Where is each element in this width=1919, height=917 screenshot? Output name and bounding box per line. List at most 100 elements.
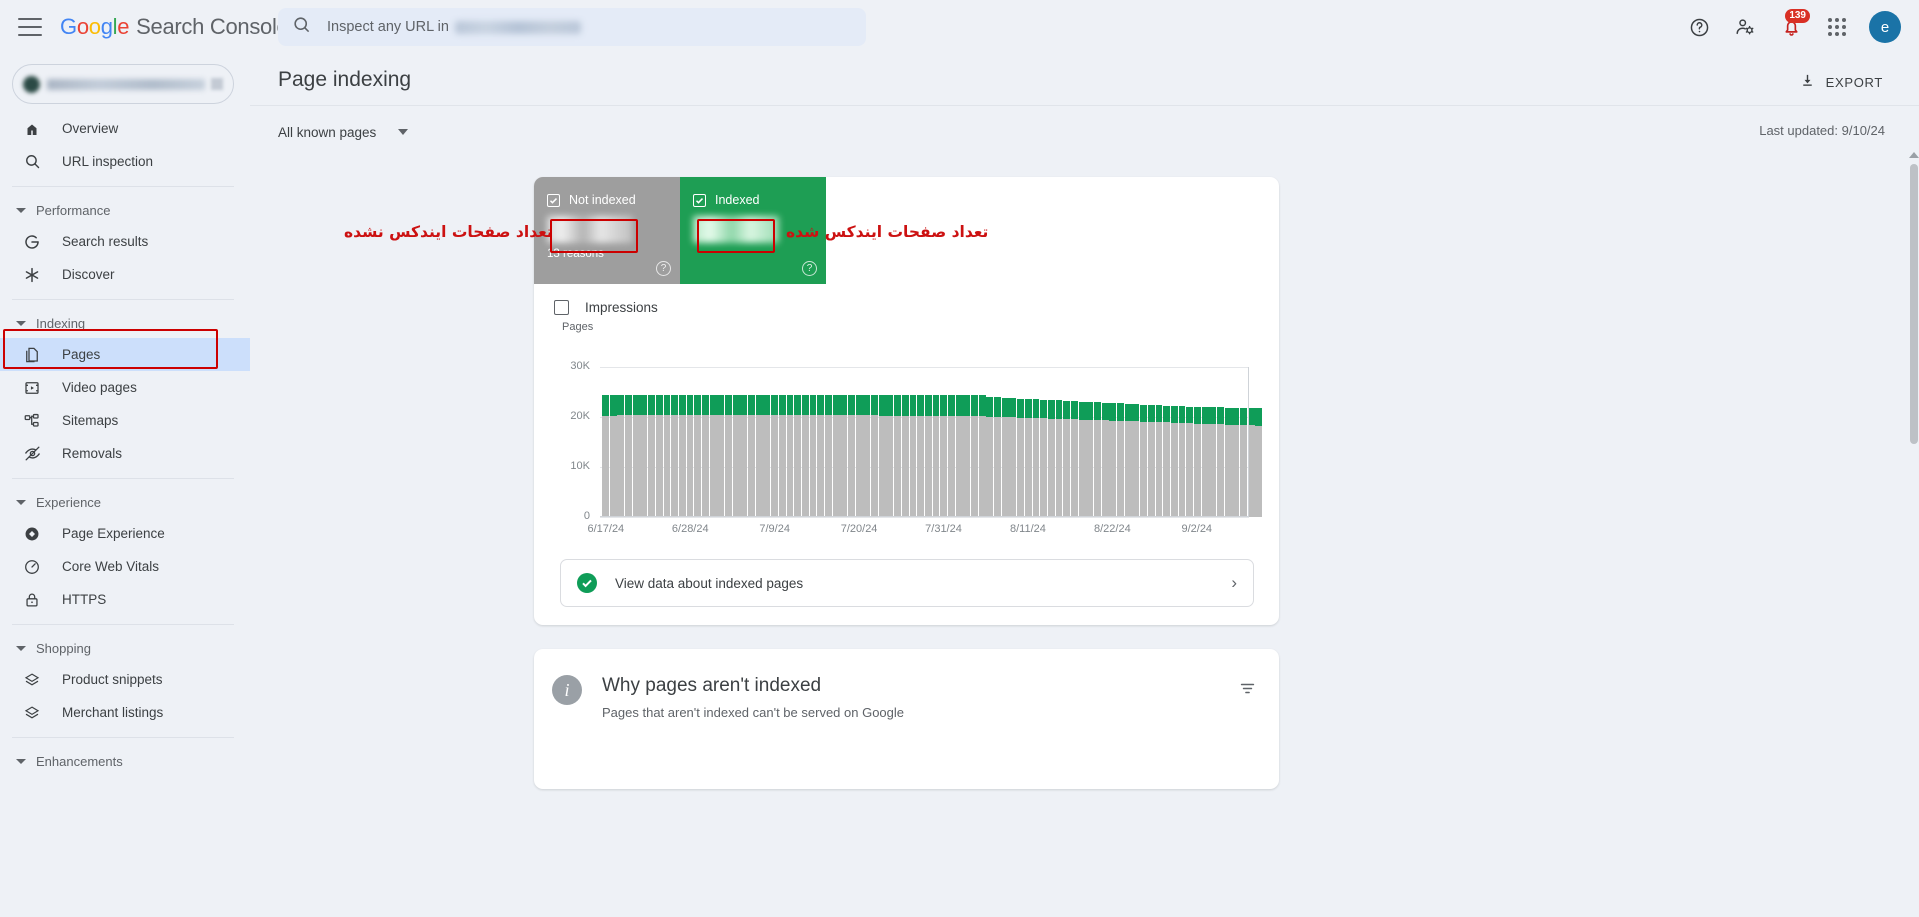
chart-bar[interactable] [794,367,802,517]
sidebar-group-indexing[interactable]: Indexing [0,308,250,338]
chart-bar[interactable] [809,367,817,517]
sidebar-item-product-snippets[interactable]: Product snippets [0,663,238,696]
chart-bar[interactable] [947,367,955,517]
sidebar-item-pages[interactable]: Pages [0,338,250,371]
scroll-up-arrow[interactable] [1909,152,1919,158]
chart-bar[interactable] [955,367,963,517]
chart-bar[interactable] [617,367,625,517]
chart-bar[interactable] [971,367,978,517]
chart-bar[interactable] [871,367,878,517]
chart-bar[interactable] [1209,367,1217,517]
chart-bar[interactable] [1055,367,1063,517]
chart-bar[interactable] [1232,367,1240,517]
vertical-scrollbar[interactable] [1910,164,1918,444]
impressions-checkbox[interactable] [554,300,569,315]
chart-bar[interactable] [909,367,917,517]
chart-bar[interactable] [1147,367,1155,517]
chart-bar[interactable] [1186,367,1194,517]
sidebar-item-discover[interactable]: Discover [0,258,238,291]
chart-bar[interactable] [640,367,648,517]
avatar[interactable]: e [1869,11,1901,43]
chart-bar[interactable] [663,367,671,517]
sidebar-item-url-inspection[interactable]: URL inspection [0,145,238,178]
chart-bar[interactable] [1009,367,1017,517]
sidebar-item-video-pages[interactable]: Video pages [0,371,238,404]
chart-bar[interactable] [832,367,840,517]
chart-bar[interactable] [848,367,855,517]
sidebar-group-shopping[interactable]: Shopping [0,633,250,663]
chart-bar[interactable] [602,367,609,517]
chart-bar[interactable] [1132,367,1140,517]
sidebar-group-enhancements[interactable]: Enhancements [0,746,250,776]
help-icon[interactable]: ? [802,261,817,276]
chart-bar[interactable] [940,367,948,517]
sidebar-item-core-web-vitals[interactable]: Core Web Vitals [0,550,238,583]
summary-card-not-indexed[interactable]: Not indexed 13 reasons ? [534,177,680,284]
chart-bar[interactable] [648,367,656,517]
chart-bar[interactable] [886,367,894,517]
sidebar-item-sitemaps[interactable]: Sitemaps [0,404,238,437]
chart-bar[interactable] [894,367,902,517]
chart-bar[interactable] [932,367,940,517]
sidebar-item-page-experience[interactable]: Page Experience [0,517,238,550]
chart-bar[interactable] [1201,367,1209,517]
url-inspection-search-input[interactable]: Inspect any URL in [278,8,866,46]
chart-bar[interactable] [717,367,725,517]
chart-bar[interactable] [709,367,717,517]
chart-bar[interactable] [771,367,779,517]
chart-bar[interactable] [863,367,871,517]
sidebar-group-experience[interactable]: Experience [0,487,250,517]
chart-bar[interactable] [686,367,694,517]
chart-bar[interactable] [901,367,909,517]
chart-bar[interactable] [1070,367,1078,517]
sidebar-item-removals[interactable]: Removals [0,437,238,470]
chart-bar[interactable] [994,367,1001,517]
chart-bar[interactable] [1170,367,1178,517]
chart-bar[interactable] [1001,367,1009,517]
chart-bar[interactable] [740,367,748,517]
known-pages-dropdown[interactable]: All known pages [278,125,409,140]
chart-bar[interactable] [1124,367,1132,517]
help-icon[interactable] [1679,7,1719,47]
chart-bar[interactable] [1063,367,1071,517]
chart-bar[interactable] [655,367,663,517]
chart-bar[interactable] [817,367,825,517]
indexed-checkbox[interactable] [693,193,706,207]
chart-bar[interactable] [1078,367,1086,517]
chart-bar[interactable] [1178,367,1186,517]
impressions-row[interactable]: Impressions [534,284,1279,315]
sidebar-item-overview[interactable]: Overview [0,112,238,145]
chart-bar[interactable] [786,367,794,517]
hamburger-menu-icon[interactable] [18,18,42,36]
chart-bar[interactable] [1163,367,1171,517]
chart-bar[interactable] [1109,367,1117,517]
sidebar-item-search-results[interactable]: Search results [0,225,238,258]
chart-bar[interactable] [725,367,732,517]
chart-bar[interactable] [748,367,755,517]
chart-bar[interactable] [801,367,809,517]
chart-bar[interactable] [1040,367,1048,517]
chart-bar[interactable] [1217,367,1224,517]
chart-bar[interactable] [1032,367,1040,517]
chart-bar[interactable] [732,367,740,517]
help-icon[interactable]: ? [656,261,671,276]
chart-bar[interactable] [1255,367,1263,517]
chart-bar[interactable] [609,367,617,517]
chart-bar[interactable] [824,367,832,517]
chart-bar[interactable] [671,367,679,517]
sidebar-item-https[interactable]: HTTPS [0,583,238,616]
chart-bar[interactable] [625,367,632,517]
view-indexed-pages-row[interactable]: View data about indexed pages › [560,559,1254,607]
not-indexed-checkbox[interactable] [547,193,560,207]
chart-bar[interactable] [1193,367,1201,517]
notification-bell-icon[interactable]: 139 [1771,7,1811,47]
chart-bar[interactable] [763,367,771,517]
property-selector[interactable] [12,64,234,104]
chart-bar[interactable] [1017,367,1025,517]
chart-bar[interactable] [963,367,971,517]
chart-bar[interactable] [694,367,702,517]
chart-bar[interactable] [986,367,994,517]
chart-bar[interactable] [1224,367,1232,517]
chart-bar[interactable] [755,367,763,517]
chart-bar[interactable] [878,367,886,517]
